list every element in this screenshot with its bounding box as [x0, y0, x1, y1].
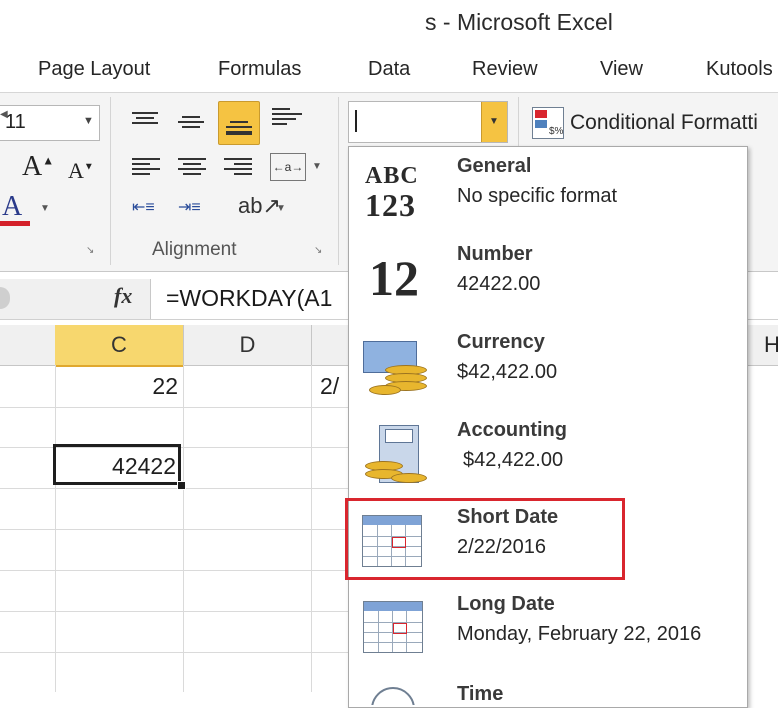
number-format-menu: ABC 123 General No specific format 12 Nu… [345, 146, 748, 708]
dialog-launcher-icon[interactable]: ↘ [314, 245, 322, 256]
menu-item-title: General [457, 155, 532, 177]
grid-line [0, 611, 350, 612]
accounting-icon [363, 425, 429, 489]
merge-center-icon[interactable]: ←a→ [270, 153, 306, 181]
calendar-icon [362, 515, 422, 567]
menu-item-title: Currency [457, 331, 545, 353]
menu-item-time[interactable]: Time [349, 675, 747, 705]
bottom-align-button[interactable] [218, 101, 260, 145]
shrink-font-icon[interactable]: A▼ [68, 158, 94, 184]
menu-item-subtitle: 42422.00 [457, 273, 541, 295]
menu-item-subtitle: $42,422.00 [457, 361, 558, 383]
currency-icon [363, 337, 429, 401]
menu-item-currency[interactable]: Currency $42,422.00 [349, 323, 747, 411]
clock-icon [371, 687, 415, 705]
fx-icon[interactable]: fx [114, 283, 132, 309]
group-separator [110, 97, 111, 265]
column-header-c[interactable]: C [55, 325, 184, 367]
column-header-e[interactable] [312, 325, 353, 366]
menu-item-accounting[interactable]: Accounting $42,422.00 [349, 411, 747, 499]
tab-formulas[interactable]: Formulas [218, 58, 301, 81]
orientation-icon[interactable]: ab↗ [238, 193, 281, 219]
calendar-icon [363, 601, 423, 653]
column-header-h[interactable]: H [746, 325, 778, 366]
menu-item-short-date[interactable]: Short Date 2/22/2016 [345, 498, 625, 580]
window-title: s - Microsoft Excel [425, 9, 613, 35]
menu-item-subtitle: $42,422.00 [463, 449, 564, 471]
chevron-down-icon[interactable]: ▼ [83, 115, 94, 127]
tab-view[interactable]: View [600, 58, 643, 81]
menu-item-subtitle: 2/22/2016 [457, 536, 546, 558]
font-size-combo[interactable]: 11 ▼ [0, 105, 100, 141]
align-right-icon[interactable] [224, 155, 252, 178]
font-color-swatch [0, 221, 30, 226]
chevron-down-icon[interactable]: ▼ [489, 116, 499, 127]
grow-font-icon[interactable]: A▲ [22, 151, 54, 183]
cell-c3-value: 42422 [112, 453, 176, 479]
chevron-down-icon[interactable]: ▼ [312, 161, 322, 172]
grid-line [0, 407, 350, 408]
text-cursor [355, 110, 357, 132]
menu-item-title: Number [457, 243, 533, 265]
formula-input[interactable]: =WORKDAY(A1 [166, 285, 332, 312]
column-header-d[interactable]: D [184, 325, 312, 366]
grid-line [0, 488, 350, 489]
abc-123-icon: ABC 123 [365, 163, 419, 223]
tab-data[interactable]: Data [368, 58, 410, 81]
menu-item-subtitle: Monday, February 22, 2016 [457, 623, 702, 645]
column-header-b[interactable] [0, 325, 56, 366]
chevron-left-icon: ◀ [0, 109, 8, 120]
conditional-formatting-icon[interactable]: $% [532, 107, 564, 139]
grid-line [0, 652, 350, 653]
wrap-text-icon[interactable] [272, 105, 302, 137]
align-left-icon[interactable] [132, 155, 160, 178]
active-cell-c3[interactable]: 42422 [53, 444, 186, 490]
top-align-icon[interactable] [132, 109, 158, 127]
name-box-area: fx [0, 279, 151, 319]
number-12-icon: 12 [369, 250, 419, 306]
number-format-combo[interactable]: ▼ [348, 101, 508, 143]
menu-item-title: Long Date [457, 593, 555, 615]
align-center-icon[interactable] [178, 155, 206, 178]
menu-item-number[interactable]: 12 Number 42422.00 [349, 235, 747, 323]
name-box-edge[interactable] [0, 287, 10, 309]
tab-review[interactable]: Review [472, 58, 538, 81]
menu-item-title: Short Date [457, 506, 559, 528]
middle-align-icon[interactable] [178, 113, 204, 131]
font-size-value: 11 [5, 111, 26, 133]
chevron-down-icon[interactable]: ▼ [40, 203, 50, 214]
number-format-dropdown-button[interactable]: ▼ [481, 102, 507, 142]
increase-indent-icon[interactable]: ⇥≡ [178, 197, 210, 217]
menu-item-general[interactable]: ABC 123 General No specific format [349, 147, 747, 235]
font-color-icon[interactable]: A [0, 191, 30, 227]
fill-handle[interactable] [177, 481, 186, 490]
conditional-formatting-label[interactable]: Conditional Formatti [570, 111, 758, 135]
menu-item-title: Time [457, 683, 504, 705]
title-bar: s - Microsoft Excel [0, 0, 778, 50]
menu-item-title: Accounting [457, 419, 567, 441]
cell-d1[interactable]: 2/ [320, 373, 339, 400]
grid-line [0, 529, 350, 530]
tab-kutools[interactable]: Kutools [706, 58, 773, 81]
tab-page-layout[interactable]: Page Layout [38, 58, 150, 81]
cell-c1[interactable]: 22 [56, 373, 178, 400]
menu-item-subtitle: No specific format [457, 185, 618, 207]
group-separator [338, 97, 339, 265]
alignment-group-label: Alignment [152, 239, 237, 260]
chevron-down-icon[interactable]: ▼ [276, 203, 286, 214]
dialog-launcher-icon[interactable]: ↘ [86, 245, 94, 256]
grid-line [0, 570, 350, 571]
decrease-indent-icon[interactable]: ⇤≡ [132, 197, 164, 217]
menu-item-long-date[interactable]: Long Date Monday, February 22, 2016 [349, 587, 747, 675]
